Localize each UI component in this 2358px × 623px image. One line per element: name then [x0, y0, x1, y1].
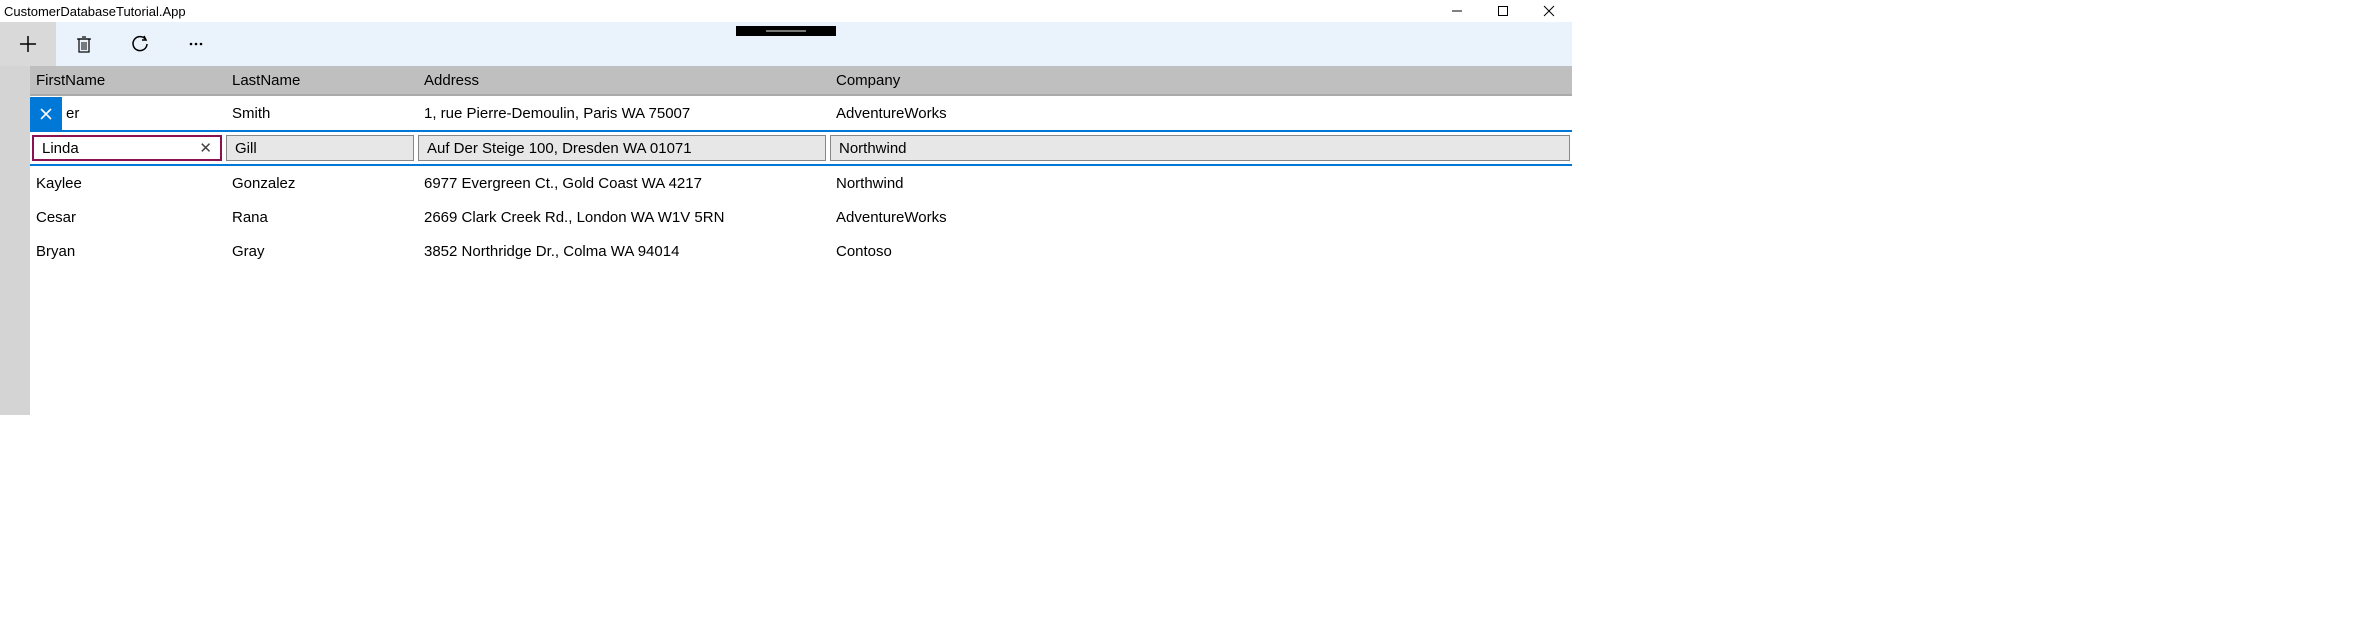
column-header-firstname[interactable]: FirstName	[30, 72, 226, 89]
minimize-button[interactable]	[1434, 0, 1480, 22]
cell-address: 6977 Evergreen Ct., Gold Coast WA 4217	[418, 175, 830, 192]
customer-grid: FirstName LastName Address Company er Sm…	[30, 66, 1572, 415]
column-header-address[interactable]: Address	[418, 72, 830, 89]
refresh-button[interactable]	[112, 22, 168, 66]
window-title: CustomerDatabaseTutorial.App	[4, 4, 186, 19]
cell-address: 3852 Northridge Dr., Colma WA 94014	[418, 243, 830, 260]
input-value: Auf Der Steige 100, Dresden WA 01071	[427, 140, 692, 157]
cell-address: 1, rue Pierre-Demoulin, Paris WA 75007	[418, 105, 830, 122]
table-row[interactable]: er Smith 1, rue Pierre-Demoulin, Paris W…	[30, 96, 1572, 130]
cell-lastname: Rana	[226, 209, 418, 226]
cell-company: Northwind	[830, 175, 1572, 192]
maximize-button[interactable]	[1480, 0, 1526, 22]
cell-company: AdventureWorks	[830, 209, 1572, 226]
window-controls	[1434, 0, 1572, 22]
commandbar-drag-handle[interactable]	[736, 26, 836, 36]
table-row[interactable]: Cesar Rana 2669 Clark Creek Rd., London …	[30, 200, 1572, 234]
row-header-gutter	[0, 66, 30, 415]
cell-firstname: Bryan	[30, 243, 226, 260]
table-row[interactable]: Bryan Gray 3852 Northridge Dr., Colma WA…	[30, 234, 1572, 268]
cell-company: Contoso	[830, 243, 1572, 260]
column-header-row: FirstName LastName Address Company	[30, 66, 1572, 96]
clear-input-button[interactable]: ✕	[199, 139, 212, 157]
address-input[interactable]: Auf Der Steige 100, Dresden WA 01071	[418, 135, 826, 161]
commandbar	[0, 22, 1572, 66]
input-value: Linda	[42, 140, 199, 157]
plus-icon	[18, 34, 38, 54]
input-value: Northwind	[839, 140, 907, 157]
ellipsis-icon	[186, 34, 206, 54]
delete-button[interactable]	[56, 22, 112, 66]
cell-lastname: Gonzalez	[226, 175, 418, 192]
cell-lastname: Smith	[226, 105, 418, 122]
cell-address: 2669 Clark Creek Rd., London WA W1V 5RN	[418, 209, 830, 226]
table-row-editing[interactable]: Linda ✕ Gill Auf Der Steige 100, Dresden…	[30, 130, 1572, 166]
close-icon	[39, 107, 53, 121]
cell-company: AdventureWorks	[830, 105, 1572, 122]
refresh-icon	[130, 34, 150, 54]
column-header-company[interactable]: Company	[830, 72, 1572, 89]
trash-icon	[74, 34, 94, 54]
firstname-input[interactable]: Linda ✕	[32, 135, 222, 161]
input-value: Gill	[235, 140, 257, 157]
add-button[interactable]	[0, 22, 56, 66]
column-header-lastname[interactable]: LastName	[226, 72, 418, 89]
titlebar: CustomerDatabaseTutorial.App	[0, 0, 1572, 22]
cancel-edit-button[interactable]	[30, 97, 62, 131]
close-button[interactable]	[1526, 0, 1572, 22]
table-row[interactable]: Kaylee Gonzalez 6977 Evergreen Ct., Gold…	[30, 166, 1572, 200]
cell-lastname: Gray	[226, 243, 418, 260]
more-button[interactable]	[168, 22, 224, 66]
cell-firstname: Kaylee	[30, 175, 226, 192]
company-input[interactable]: Northwind	[830, 135, 1570, 161]
cell-firstname: Cesar	[30, 209, 226, 226]
lastname-input[interactable]: Gill	[226, 135, 414, 161]
